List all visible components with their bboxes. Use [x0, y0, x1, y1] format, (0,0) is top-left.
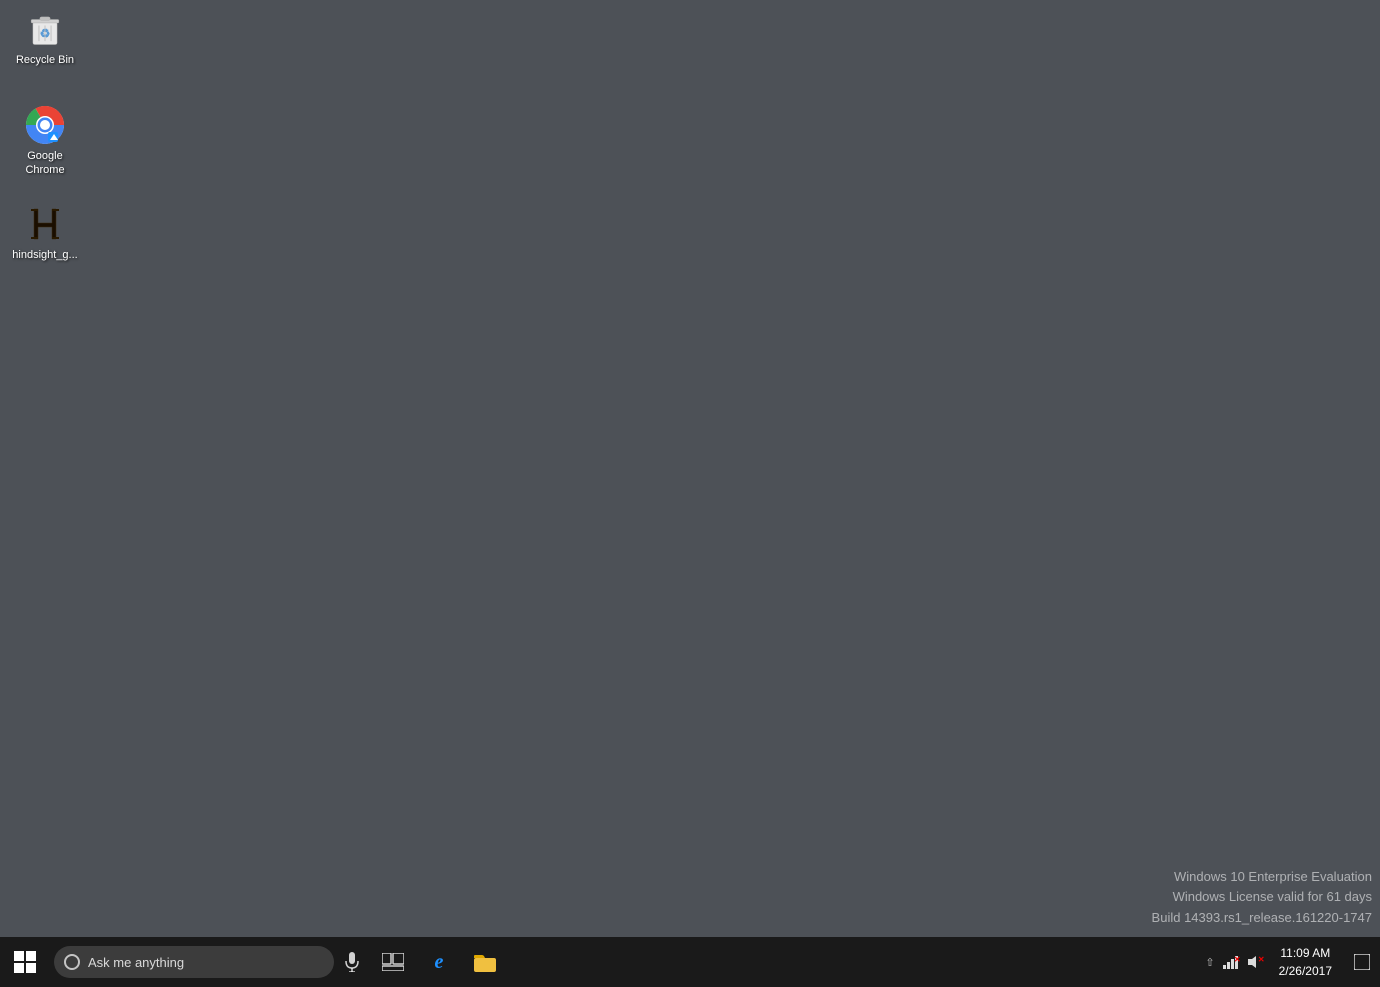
- google-chrome-icon[interactable]: Google Chrome: [5, 101, 85, 182]
- system-tray: ⇧ ✕ ✕ 11:09 AM 2/26/2017: [1201, 937, 1380, 987]
- file-explorer-icon[interactable]: [462, 937, 508, 987]
- clock[interactable]: 11:09 AM 2/26/2017: [1267, 937, 1344, 987]
- search-circle-icon: [64, 954, 80, 970]
- taskbar: Ask me anything e ⇧: [0, 937, 1380, 987]
- watermark-line1: Windows 10 Enterprise Evaluation: [1152, 867, 1372, 888]
- network-icon[interactable]: ✕: [1221, 952, 1241, 972]
- microphone-icon[interactable]: [334, 937, 370, 987]
- hindsight-icon[interactable]: hindsight_g...: [5, 200, 85, 266]
- clock-date: 2/26/2017: [1279, 962, 1332, 980]
- start-button[interactable]: [0, 937, 50, 987]
- clock-time: 11:09 AM: [1280, 944, 1330, 962]
- recycle-bin-icon[interactable]: ♻ Recycle Bin: [5, 5, 85, 71]
- hindsight-label: hindsight_g...: [12, 248, 77, 262]
- recycle-bin-image: ♻: [25, 9, 65, 49]
- action-center-button[interactable]: [1344, 937, 1380, 987]
- search-placeholder-text: Ask me anything: [88, 955, 184, 970]
- recycle-bin-label: Recycle Bin: [16, 53, 74, 67]
- chrome-label: Google Chrome: [9, 149, 81, 178]
- volume-icon[interactable]: ✕: [1245, 952, 1265, 972]
- tray-expand-button[interactable]: ⇧: [1201, 956, 1218, 969]
- watermark-line3: Build 14393.rs1_release.161220-1747: [1152, 908, 1372, 929]
- hindsight-image: [25, 204, 65, 244]
- windows-logo-icon: [14, 951, 36, 973]
- watermark-line2: Windows License valid for 61 days: [1152, 887, 1372, 908]
- search-bar[interactable]: Ask me anything: [54, 946, 334, 978]
- task-view-button[interactable]: [370, 937, 416, 987]
- edge-browser-icon[interactable]: e: [416, 937, 462, 987]
- chrome-image: [25, 105, 65, 145]
- desktop: ♻ Recycle Bin: [0, 0, 1380, 937]
- watermark: Windows 10 Enterprise Evaluation Windows…: [1144, 859, 1380, 937]
